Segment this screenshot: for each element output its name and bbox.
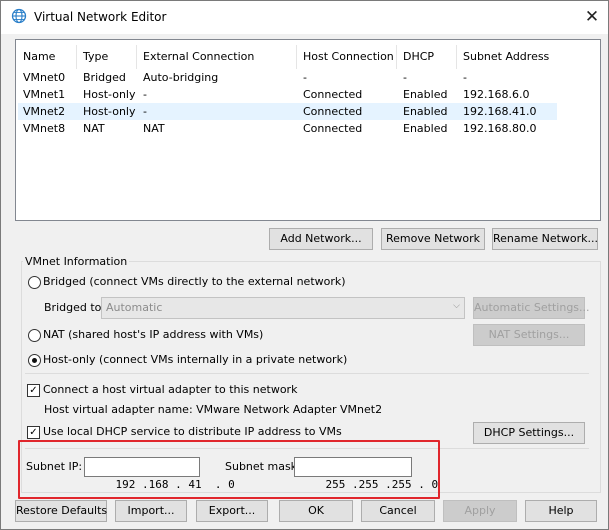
checkmark-icon: ✓ — [29, 385, 38, 396]
vmnet-information-label: VMnet Information — [23, 255, 130, 268]
cancel-button[interactable]: Cancel — [361, 500, 435, 522]
cell-subnet-address: 192.168.80.0 — [463, 122, 537, 135]
rename-network-button[interactable]: Rename Network... — [492, 228, 598, 250]
column-divider[interactable] — [396, 45, 397, 69]
cell-dhcp: Enabled — [403, 122, 448, 135]
export-button[interactable]: Export... — [196, 500, 268, 522]
ok-button[interactable]: OK — [279, 500, 353, 522]
chevron-down-icon: ⌵ — [453, 301, 460, 311]
nat-radio[interactable] — [28, 329, 41, 342]
virtual-network-editor-window: Virtual Network Editor ✕ Name Type Exter… — [0, 0, 609, 530]
add-network-button[interactable]: Add Network... — [269, 228, 373, 250]
adapter-name-text: Host virtual adapter name: VMware Networ… — [44, 403, 383, 416]
cell-external-connection: - — [143, 88, 147, 101]
cell-type: Host-only — [83, 105, 136, 118]
highlight-box — [18, 440, 440, 499]
bridged-to-label: Bridged to: — [44, 301, 106, 314]
cell-name: VMnet2 — [23, 105, 66, 118]
window-title: Virtual Network Editor — [34, 10, 167, 24]
table-row[interactable]: VMnet1 Host-only - Connected Enabled 192… — [18, 86, 557, 103]
network-table[interactable]: Name Type External Connection Host Conne… — [15, 39, 601, 221]
nat-settings-button[interactable]: NAT Settings... — [473, 324, 585, 346]
connect-adapter-checkbox[interactable]: ✓ — [27, 384, 40, 397]
column-header-dhcp[interactable]: DHCP — [403, 50, 434, 63]
cell-type: Bridged — [83, 71, 126, 84]
column-header-type[interactable]: Type — [83, 50, 108, 63]
column-divider[interactable] — [456, 45, 457, 69]
use-dhcp-label[interactable]: Use local DHCP service to distribute IP … — [43, 425, 342, 438]
column-divider[interactable] — [76, 45, 77, 69]
restore-defaults-button[interactable]: Restore Defaults — [15, 500, 107, 522]
column-header-external-connection[interactable]: External Connection — [143, 50, 254, 63]
automatic-settings-button[interactable]: Automatic Settings... — [473, 297, 590, 319]
cell-dhcp: Enabled — [403, 105, 448, 118]
table-row-selected[interactable]: VMnet2 Host-only - Connected Enabled 192… — [18, 103, 557, 120]
cell-subnet-address: 192.168.41.0 — [463, 105, 537, 118]
title-bar: Virtual Network Editor ✕ — [1, 1, 608, 34]
table-row[interactable]: VMnet0 Bridged Auto-bridging - - - — [18, 69, 557, 86]
cell-external-connection: Auto-bridging — [143, 71, 219, 84]
close-button[interactable]: ✕ — [579, 6, 605, 28]
column-divider[interactable] — [296, 45, 297, 69]
host-only-radio-label[interactable]: Host-only (connect VMs internally in a p… — [43, 353, 347, 366]
checkmark-icon: ✓ — [29, 427, 38, 438]
apply-button[interactable]: Apply — [443, 500, 517, 522]
import-button[interactable]: Import... — [115, 500, 187, 522]
help-button[interactable]: Help — [525, 500, 597, 522]
bridged-to-value: Automatic — [106, 301, 163, 314]
cell-subnet-address: 192.168.6.0 — [463, 88, 530, 101]
column-header-subnet-address[interactable]: Subnet Address — [463, 50, 549, 63]
remove-network-button[interactable]: Remove Network — [381, 228, 485, 250]
host-only-radio[interactable] — [28, 354, 41, 367]
column-divider[interactable] — [136, 45, 137, 69]
cell-type: Host-only — [83, 88, 136, 101]
bridged-radio-label[interactable]: Bridged (connect VMs directly to the ext… — [43, 275, 346, 288]
connect-adapter-label[interactable]: Connect a host virtual adapter to this n… — [43, 383, 297, 396]
cell-dhcp: Enabled — [403, 88, 448, 101]
bridged-radio[interactable] — [28, 276, 41, 289]
cell-dhcp: - — [403, 71, 407, 84]
cell-name: VMnet0 — [23, 71, 66, 84]
cell-type: NAT — [83, 122, 105, 135]
cell-name: VMnet8 — [23, 122, 66, 135]
cell-external-connection: - — [143, 105, 147, 118]
cell-host-connection: - — [303, 71, 307, 84]
close-icon: ✕ — [584, 7, 600, 27]
cell-host-connection: Connected — [303, 88, 363, 101]
cell-name: VMnet1 — [23, 88, 66, 101]
nat-radio-label[interactable]: NAT (shared host's IP address with VMs) — [43, 328, 263, 341]
column-header-name[interactable]: Name — [23, 50, 55, 63]
cell-host-connection: Connected — [303, 105, 363, 118]
dhcp-settings-button[interactable]: DHCP Settings... — [473, 422, 585, 444]
cell-subnet-address: - — [463, 71, 467, 84]
bridged-to-dropdown[interactable]: Automatic ⌵ — [101, 297, 465, 319]
globe-network-icon — [11, 8, 27, 27]
cell-host-connection: Connected — [303, 122, 363, 135]
use-dhcp-checkbox[interactable]: ✓ — [27, 426, 40, 439]
table-row[interactable]: VMnet8 NAT NAT Connected Enabled 192.168… — [18, 120, 557, 137]
column-header-host-connection[interactable]: Host Connection — [303, 50, 394, 63]
cell-external-connection: NAT — [143, 122, 165, 135]
divider — [25, 373, 589, 374]
